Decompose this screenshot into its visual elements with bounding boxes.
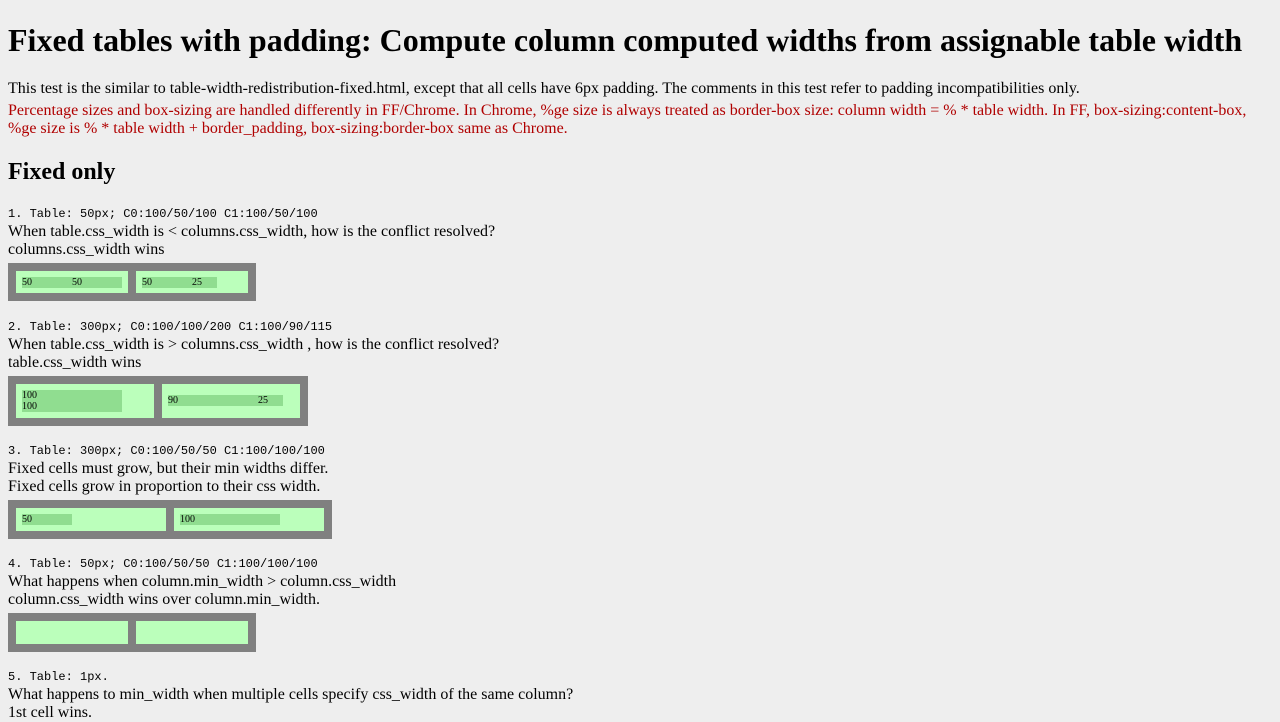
min-width-label: 50: [22, 277, 32, 288]
test-spec: 4. Table: 50px; C0:100/50/50 C1:100/100/…: [8, 557, 318, 571]
cell-content: 100: [180, 514, 280, 525]
table-cell: 50 50: [16, 271, 128, 293]
cell-content: 100 100: [22, 390, 122, 412]
test-question: Fixed cells must grow, but their min wid…: [8, 460, 329, 477]
css-width-label: 100: [22, 401, 37, 412]
cell-content: 50: [22, 514, 72, 525]
test-question: When table.css_width is < columns.css_wi…: [8, 223, 496, 240]
test-table: 50 50 50 25: [8, 263, 256, 301]
intro-text: This test is the similar to table-width-…: [8, 80, 1080, 97]
table-cell: [16, 621, 128, 644]
test-question: When table.css_width is > columns.css_wi…: [8, 336, 500, 353]
note-line-2: %ge size is % * table width + border_pad…: [8, 120, 568, 137]
test-spec: 3. Table: 300px; C0:100/50/50 C1:100/100…: [8, 444, 325, 458]
test-spec: 1. Table: 50px; C0:100/50/100 C1:100/50/…: [8, 207, 318, 221]
test-answer: column.css_width wins over column.min_wi…: [8, 591, 320, 608]
test-table: 100 100 90 25: [8, 376, 308, 426]
cell-content: 50 50: [22, 277, 122, 288]
table-cell: 100 100: [16, 384, 154, 418]
min-width-label: 100: [22, 390, 37, 401]
table-cell: 90 25: [162, 384, 300, 418]
test-table: 50 100: [8, 500, 332, 539]
table-cell: [136, 621, 248, 644]
table-cell: 50: [16, 508, 166, 531]
page-title: Fixed tables with padding: Compute colum…: [8, 22, 1243, 58]
note-line-1: Percentage sizes and box-sizing are hand…: [8, 102, 1247, 119]
min-width-label: 100: [180, 514, 195, 525]
min-width-label: 50: [22, 514, 32, 525]
test-question: What happens when column.min_width > col…: [8, 573, 397, 590]
css-width-label: 50: [72, 277, 82, 288]
css-width-label: 25: [258, 395, 268, 406]
min-width-label: 50: [142, 277, 152, 288]
min-width-label: 90: [168, 395, 178, 406]
css-width-label: 25: [192, 277, 202, 288]
cell-content: 50 25: [142, 277, 217, 288]
test-spec: 5. Table: 1px.: [8, 670, 109, 684]
test-answer: Fixed cells grow in proportion to their …: [8, 478, 321, 495]
test-question: What happens to min_width when multiple …: [8, 686, 574, 703]
cell-content: 90 25: [168, 395, 283, 406]
test-table: [8, 613, 256, 652]
test-spec: 2. Table: 300px; C0:100/100/200 C1:100/9…: [8, 320, 333, 334]
test-answer: table.css_width wins: [8, 354, 142, 371]
section-title: Fixed only: [8, 159, 116, 185]
test-answer: columns.css_width wins: [8, 241, 165, 258]
test-answer: 1st cell wins.: [8, 704, 92, 721]
table-cell: 50 25: [136, 271, 248, 293]
table-cell: 100: [174, 508, 324, 531]
